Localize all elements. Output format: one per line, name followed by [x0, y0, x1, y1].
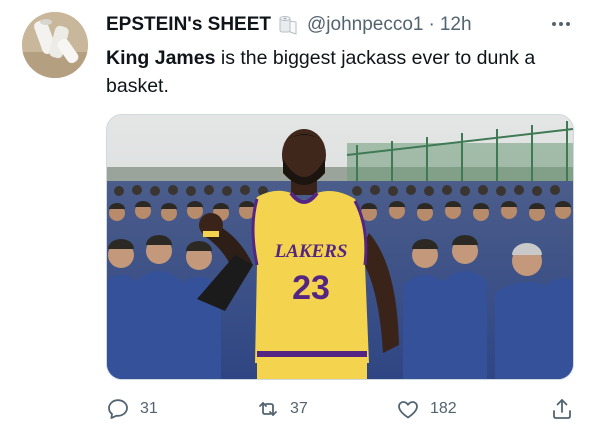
more-icon[interactable]	[549, 12, 573, 36]
tweet-text-bold: King James	[106, 47, 216, 69]
retweet-icon	[256, 397, 280, 421]
separator-dot: ·	[428, 14, 435, 35]
retweet-count: 37	[290, 400, 308, 417]
like-button[interactable]: 182	[396, 392, 457, 426]
share-button[interactable]	[550, 392, 574, 426]
tweet-media-image[interactable]: LAKERS 23	[106, 114, 574, 380]
tweet-header: EPSTEIN's SHEET @johnpecco1 · 12h	[106, 12, 575, 38]
reply-icon	[106, 397, 130, 421]
display-name[interactable]: EPSTEIN's SHEET	[106, 14, 271, 36]
timestamp[interactable]: 12h	[440, 14, 472, 36]
tweet-text: King James is the biggest jackass ever t…	[106, 44, 576, 100]
toilet-paper-roll-icon	[277, 14, 299, 36]
share-icon	[550, 397, 574, 421]
avatar-image	[22, 12, 88, 78]
jersey-team: LAKERS	[274, 241, 348, 262]
reply-count: 31	[140, 400, 158, 417]
tweet-actions: 31 37 182	[106, 392, 576, 426]
media-illustration: LAKERS 23	[107, 115, 573, 379]
jersey-number: 23	[292, 269, 330, 307]
retweet-button[interactable]: 37	[256, 392, 308, 426]
reply-button[interactable]: 31	[106, 392, 158, 426]
user-handle[interactable]: @johnpecco1	[307, 14, 423, 36]
like-icon	[396, 397, 420, 421]
avatar[interactable]	[22, 12, 88, 78]
like-count: 182	[430, 400, 457, 417]
